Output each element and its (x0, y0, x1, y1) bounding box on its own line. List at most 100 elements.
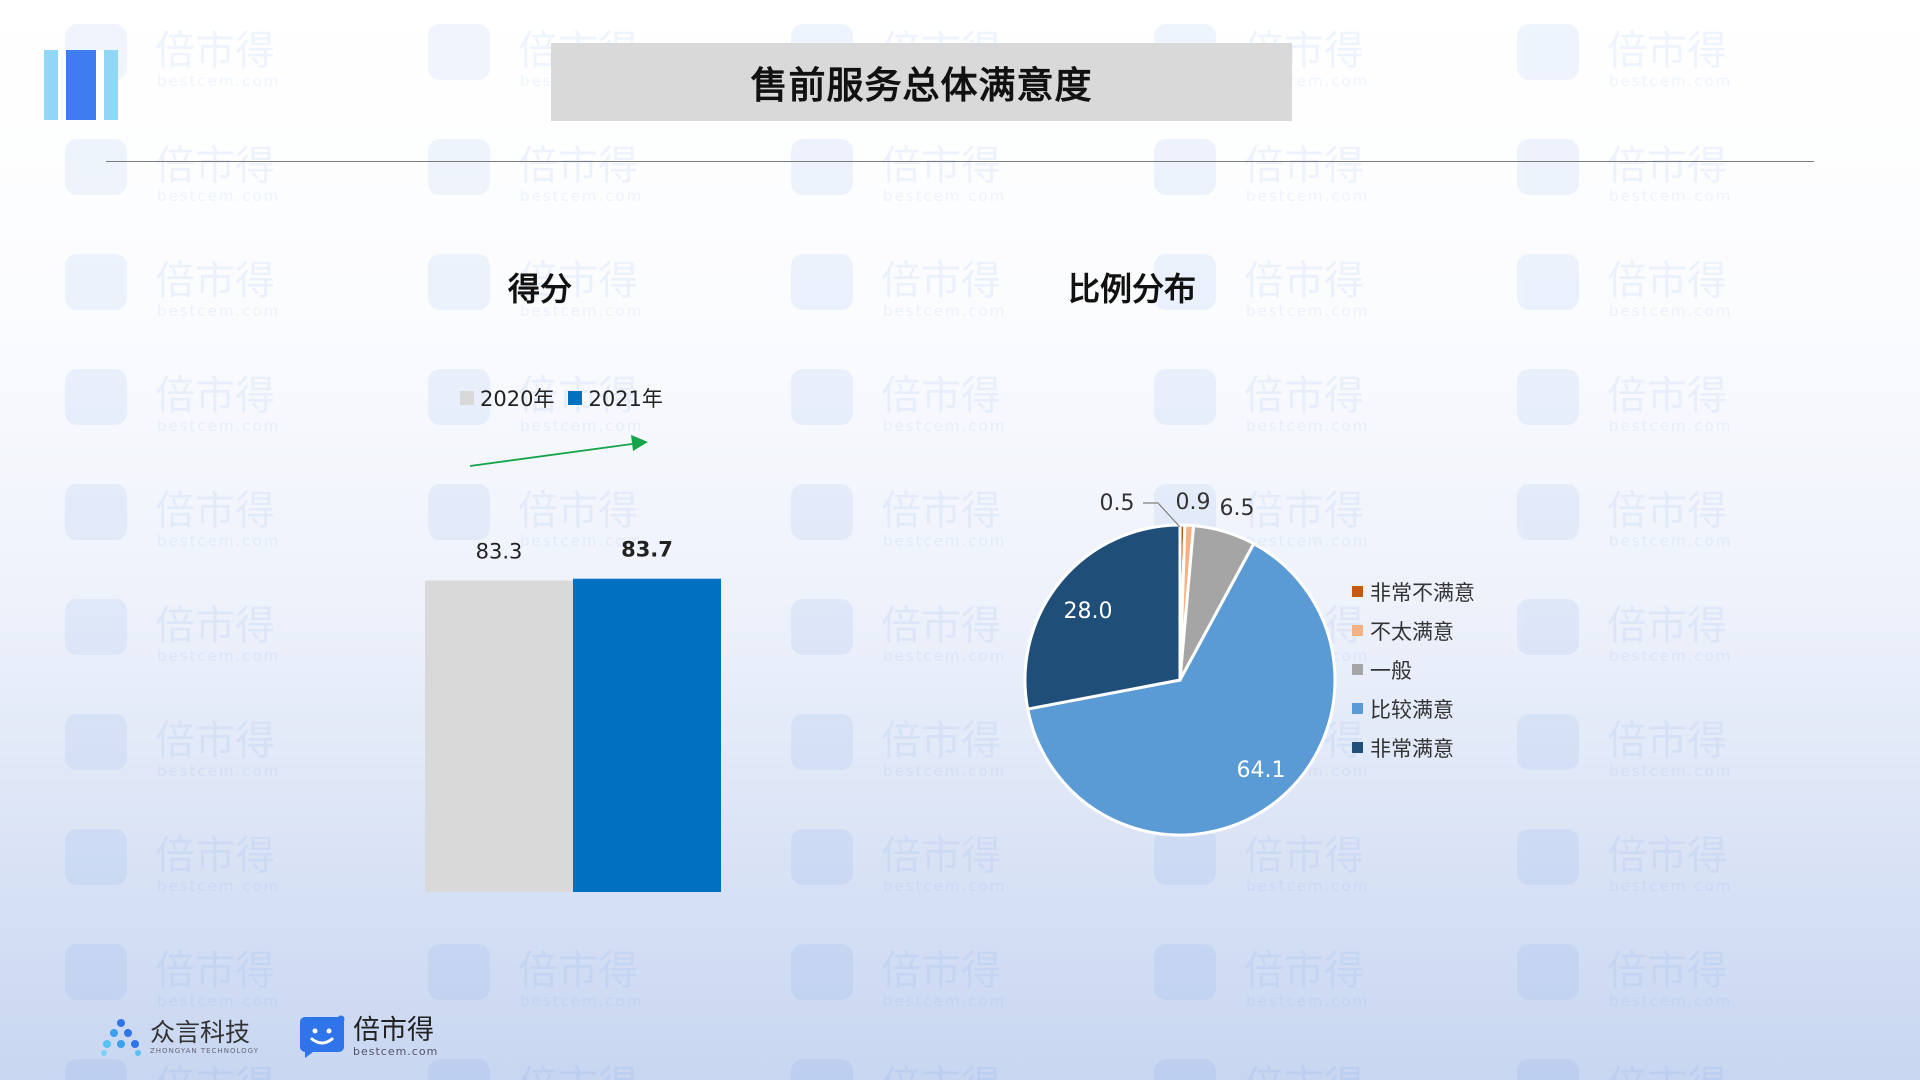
pie-value-label-非常不满意: 0.5 (1100, 491, 1135, 516)
pie-value-label-比较满意: 64.1 (1237, 758, 1286, 783)
watermark-tile: 倍市得bestcem.com (791, 829, 1006, 895)
svg-text:bestcem.com: bestcem.com (883, 992, 1006, 1010)
svg-text:bestcem.com: bestcem.com (1609, 302, 1732, 320)
svg-text:bestcem.com: bestcem.com (1609, 762, 1732, 780)
watermark-layer: 倍市得bestcem.com倍市得bestcem.com倍市得bestcem.c… (65, 24, 1732, 1080)
svg-text:倍市得: 倍市得 (155, 833, 275, 879)
watermark-tile: 倍市得bestcem.com (791, 484, 1004, 550)
pie-value-label-非常满意: 28.0 (1064, 599, 1113, 624)
watermark-tile: 倍市得bestcem.com (428, 139, 641, 205)
svg-text:倍市得: 倍市得 (1607, 718, 1727, 764)
watermark-tile: 倍市得bestcem.com (791, 139, 1006, 205)
zhongyan-brand: 众言科技 ZHONGYAN TECHNOLOGY (100, 1017, 259, 1057)
svg-text:倍市得: 倍市得 (155, 1063, 275, 1080)
zhongyan-name: 众言科技 (150, 1018, 251, 1047)
svg-text:倍市得: 倍市得 (881, 718, 1001, 764)
slide-title-box: 售前服务总体满意度 (551, 43, 1292, 121)
watermark-tile: 倍市得bestcem.com (1517, 369, 1730, 435)
slide-title: 售前服务总体满意度 (750, 64, 1093, 107)
legend-item-2021: 2021年 (568, 383, 663, 413)
pie-chart-title: 比例分布 (1068, 270, 1197, 308)
svg-text:倍市得: 倍市得 (1607, 258, 1727, 304)
watermark-tile: 倍市得bestcem.com (65, 714, 280, 780)
watermark-tile: 倍市得bestcem.com (65, 944, 280, 1010)
watermark-tile: 倍市得bestcem.com (791, 944, 1006, 1010)
watermark-tile: 倍市得bestcem.com (1517, 24, 1732, 90)
bar-2020年 (425, 580, 573, 892)
watermark-tile: 倍市得bestcem.com (428, 944, 643, 1010)
zhongyan-sub: ZHONGYAN TECHNOLOGY (150, 1047, 259, 1055)
svg-text:倍市得: 倍市得 (1607, 833, 1727, 879)
svg-text:倍市得: 倍市得 (1607, 603, 1727, 649)
pie-legend-label: 非常不满意 (1370, 580, 1475, 605)
chat-smile-icon (299, 1015, 345, 1058)
svg-text:bestcem.com: bestcem.com (157, 302, 280, 320)
svg-text:bestcem.com: bestcem.com (1246, 877, 1369, 895)
svg-text:倍市得: 倍市得 (881, 1063, 1001, 1080)
svg-text:bestcem.com: bestcem.com (1609, 877, 1732, 895)
svg-text:bestcem.com: bestcem.com (883, 762, 1006, 780)
bestcem-sub: bestcem.com (352, 1044, 439, 1058)
svg-text:bestcem.com: bestcem.com (1609, 72, 1732, 90)
watermark-tile: 倍市得bestcem.com (791, 369, 1004, 435)
svg-text:倍市得: 倍市得 (1244, 143, 1364, 189)
pie-legend-swatch (1352, 664, 1363, 675)
svg-text:bestcem.com: bestcem.com (1609, 532, 1732, 550)
watermark-tile: 倍市得bestcem.com (1517, 829, 1732, 895)
pie-legend-label: 一般 (1370, 658, 1412, 683)
pie-legend-swatch (1352, 625, 1363, 636)
svg-text:倍市得: 倍市得 (518, 143, 638, 189)
svg-text:bestcem.com: bestcem.com (520, 992, 643, 1010)
svg-text:bestcem.com: bestcem.com (157, 72, 280, 90)
svg-text:倍市得: 倍市得 (1244, 373, 1364, 419)
legend-label-2021: 2021年 (588, 387, 663, 411)
pie-chart: 0.5 0.9 6.5 64.1 28.0 (1023, 490, 1337, 837)
pie-legend-swatch (1352, 742, 1363, 753)
svg-text:bestcem.com: bestcem.com (883, 187, 1006, 205)
svg-text:bestcem.com: bestcem.com (1609, 647, 1732, 665)
legend-item-2020: 2020年 (460, 383, 554, 413)
pie-legend-item: 非常不满意 (1352, 572, 1475, 611)
watermark-tile: 倍市得bestcem.com (1517, 1059, 1727, 1080)
watermark-tile: 倍市得bestcem.com (65, 829, 278, 895)
bar-chart: 83.3 83.7 (425, 435, 721, 892)
bestcem-brand: 倍市得 bestcem.com (299, 1015, 438, 1059)
svg-text:bestcem.com: bestcem.com (1246, 187, 1369, 205)
watermark-tile: 倍市得bestcem.com (791, 1059, 1001, 1080)
svg-text:倍市得: 倍市得 (881, 143, 1001, 189)
svg-text:bestcem.com: bestcem.com (883, 877, 1006, 895)
svg-text:倍市得: 倍市得 (1607, 143, 1727, 189)
svg-text:bestcem.com: bestcem.com (883, 647, 1006, 665)
corner-bars-icon (44, 50, 118, 120)
svg-text:倍市得: 倍市得 (1244, 1063, 1364, 1080)
svg-text:倍市得: 倍市得 (1607, 948, 1727, 994)
svg-text:倍市得: 倍市得 (1607, 373, 1727, 419)
svg-text:bestcem.com: bestcem.com (157, 417, 280, 435)
svg-text:倍市得: 倍市得 (881, 948, 1001, 994)
pie-legend-item: 不太满意 (1352, 611, 1475, 650)
watermark-tile: 倍市得bestcem.com (1154, 944, 1367, 1010)
svg-text:倍市得: 倍市得 (1244, 948, 1364, 994)
pie-legend-item: 比较满意 (1352, 689, 1475, 728)
svg-text:倍市得: 倍市得 (155, 603, 275, 649)
svg-text:倍市得: 倍市得 (1607, 1063, 1727, 1080)
watermark-tile: 倍市得bestcem.com (65, 254, 280, 320)
watermark-tile: 倍市得bestcem.com (1517, 139, 1730, 205)
pie-value-label-一般: 6.5 (1220, 496, 1255, 521)
watermark-tile: 倍市得bestcem.com (65, 139, 280, 205)
leader-line (1143, 502, 1181, 528)
svg-text:bestcem.com: bestcem.com (157, 187, 280, 205)
svg-text:bestcem.com: bestcem.com (157, 762, 280, 780)
watermark-tile: 倍市得bestcem.com (1154, 139, 1369, 205)
watermark-tile: 倍市得bestcem.com (1517, 254, 1732, 320)
svg-text:倍市得: 倍市得 (155, 488, 275, 534)
watermark-tile: 倍市得bestcem.com (1517, 714, 1732, 780)
bar-value-label-2020年: 83.3 (476, 540, 523, 564)
svg-text:bestcem.com: bestcem.com (1609, 992, 1732, 1010)
pie-legend-label: 比较满意 (1370, 697, 1454, 722)
svg-text:bestcem.com: bestcem.com (157, 992, 280, 1010)
watermark-tile: 倍市得bestcem.com (1154, 369, 1367, 435)
title-divider (106, 161, 1814, 162)
svg-text:倍市得: 倍市得 (1244, 258, 1364, 304)
svg-text:倍市得: 倍市得 (1607, 488, 1727, 534)
